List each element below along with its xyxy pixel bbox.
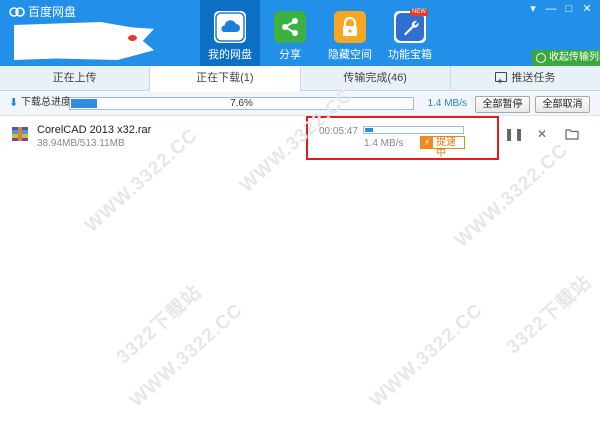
minimize-icon[interactable]: — [542, 1, 560, 17]
app-title: 百度网盘 [28, 5, 77, 19]
tab-push-tasks[interactable]: 推送任务 [451, 66, 600, 94]
folder-icon[interactable] [565, 127, 579, 141]
nav-label: 我的网盘 [208, 49, 252, 61]
tab-uploading[interactable]: 正在上传 [0, 66, 151, 91]
file-size: 38.94MB/513.11MB [37, 138, 125, 149]
nav-my-netdisk[interactable]: 我的网盘 [200, 0, 260, 66]
download-arrow-icon: ⬇ [9, 97, 19, 109]
push-task-icon [495, 69, 508, 94]
pause-all-button[interactable]: 全部暂停 [475, 96, 530, 113]
total-progress-label: 下载总进度 [21, 97, 71, 108]
transfer-tabs: 正在上传 正在下载(1) 传输完成(46) 推送任务 [0, 66, 600, 94]
nav-toolbox[interactable]: NEW 功能宝箱 [380, 0, 440, 66]
total-progress-bar: 7.6% [69, 97, 414, 110]
nav-label: 功能宝箱 [388, 49, 432, 61]
nav-label: 隐藏空间 [328, 49, 372, 61]
nav-hidden-space[interactable]: 隐藏空间 [320, 0, 380, 66]
main-nav: 我的网盘 分享 隐藏空间 NEW 功能宝箱 [200, 0, 440, 66]
highlight-annotation-box [306, 116, 499, 160]
file-name: CorelCAD 2013 x32.rar [37, 124, 152, 136]
menu-chevron-icon[interactable]: ▾ [524, 1, 542, 17]
cancel-all-button[interactable]: 全部取消 [535, 96, 590, 113]
collapse-label: 收起传输列表 [549, 52, 600, 63]
baidu-netdisk-logo-icon [9, 7, 25, 17]
redaction-mark [128, 35, 137, 41]
watermark: WWW.3322.CC [366, 299, 488, 412]
close-icon[interactable]: ✕ [535, 127, 549, 141]
nav-label: 分享 [279, 49, 301, 61]
tab-downloading[interactable]: 正在下载(1) [150, 66, 301, 92]
new-badge: NEW [410, 9, 428, 16]
collapse-circle-icon [536, 53, 546, 63]
pause-icon[interactable]: ❚❚ [504, 127, 524, 141]
maximize-icon[interactable]: □ [560, 1, 578, 17]
total-progress-row: ⬇ 下载总进度 7.6% 1.4 MB/s 全部暂停 全部取消 [0, 92, 600, 116]
watermark-cn: 3322下载站 [502, 271, 596, 359]
share-icon [274, 11, 306, 43]
total-speed: 1.4 MB/s [427, 98, 467, 109]
user-info-redacted [14, 22, 154, 60]
close-window-icon[interactable]: ✕ [578, 1, 596, 17]
cloud-icon [214, 11, 246, 43]
nav-share[interactable]: 分享 [260, 0, 320, 66]
tab-completed[interactable]: 传输完成(46) [301, 66, 451, 91]
total-progress-percent: 7.6% [230, 98, 253, 109]
window-controls: ▾ — □ ✕ [524, 1, 596, 17]
title-bar: 百度网盘 我的网盘 分享 隐藏空间 NEW 功能宝箱 ▾ — □ ✕ 收起传输列 [0, 0, 600, 66]
lock-icon [334, 11, 366, 43]
rar-archive-icon [12, 127, 28, 141]
collapse-transfer-list-button[interactable]: 收起传输列表 [532, 50, 600, 66]
tab-push-label: 推送任务 [511, 72, 556, 84]
